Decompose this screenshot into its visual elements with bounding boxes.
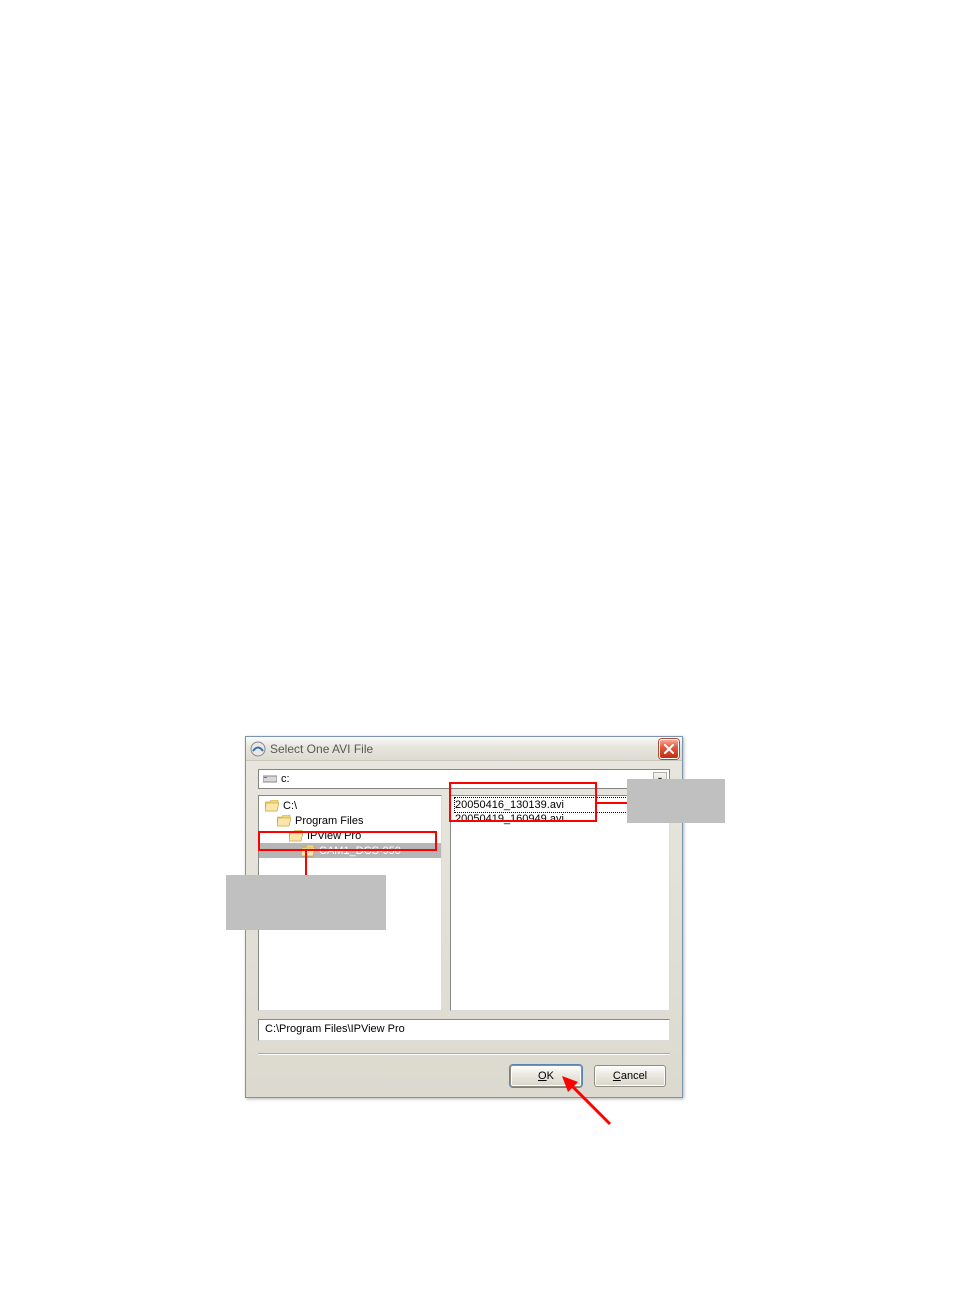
connector-folder xyxy=(305,851,307,875)
connector-files xyxy=(597,802,627,804)
folder-open-icon xyxy=(265,800,279,812)
tree-item-label: CAM1_DCS-950 xyxy=(319,845,401,857)
drive-dropdown[interactable]: c: ▾ xyxy=(258,769,670,789)
arrow-to-ok xyxy=(558,1072,618,1132)
path-value: C:\Program Files\IPView Pro xyxy=(265,1023,405,1035)
path-field[interactable]: C:\Program Files\IPView Pro xyxy=(258,1019,670,1041)
file-item-label: 20050416_130139.avi xyxy=(455,799,564,811)
folder-open-icon xyxy=(289,830,303,842)
titlebar[interactable]: Select One AVI File xyxy=(246,737,682,761)
tree-item-label: Program Files xyxy=(295,815,363,827)
file-list-pane[interactable]: 20050416_130139.avi 20050419_160949.avi xyxy=(450,795,670,1011)
dialog-title: Select One AVI File xyxy=(270,742,659,756)
close-button[interactable] xyxy=(659,739,679,759)
cancel-label: Cancel xyxy=(613,1070,647,1082)
tree-item-label: IPView Pro xyxy=(307,830,361,842)
drive-value: c: xyxy=(281,773,290,785)
tree-item-label: C:\ xyxy=(283,800,297,812)
separator xyxy=(258,1053,670,1055)
drive-icon xyxy=(263,774,277,784)
tree-item[interactable]: Program Files xyxy=(259,813,441,828)
folder-open-icon xyxy=(277,815,291,827)
overlay-left xyxy=(226,875,386,930)
ok-label: OK xyxy=(538,1070,554,1082)
tree-item[interactable]: IPView Pro xyxy=(259,828,441,843)
app-icon xyxy=(250,741,266,757)
drive-row: c: ▾ xyxy=(258,769,670,789)
file-item-label: 20050419_160949.avi xyxy=(455,813,564,825)
tree-item[interactable]: CAM1_DCS-950 xyxy=(259,843,441,858)
folder-open-icon xyxy=(301,845,315,857)
tree-item[interactable]: C:\ xyxy=(259,798,441,813)
overlay-right xyxy=(627,779,725,823)
